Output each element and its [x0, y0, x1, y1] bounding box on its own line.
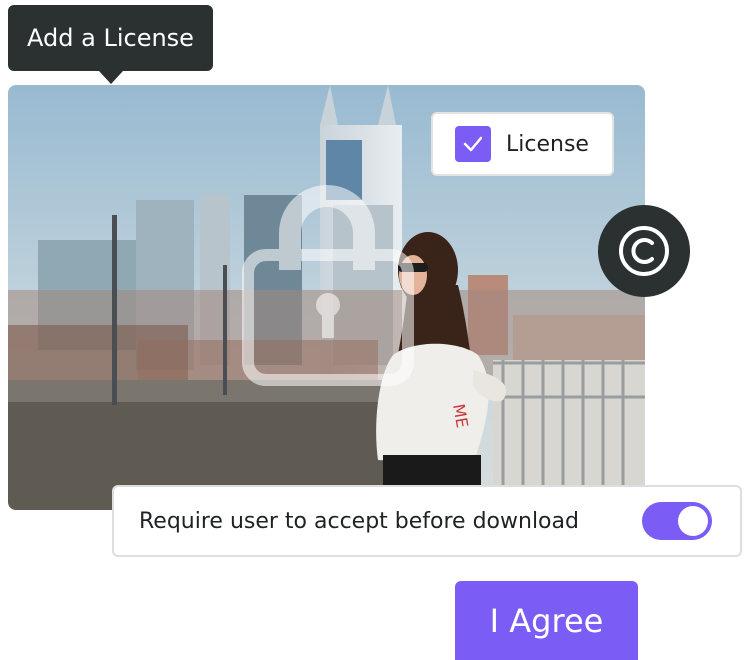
- license-label: License: [506, 131, 589, 157]
- license-checkbox[interactable]: [455, 126, 491, 162]
- accept-setting-label: Require user to accept before download: [139, 508, 579, 534]
- accept-before-download-setting: Require user to accept before download: [112, 485, 742, 557]
- agree-button[interactable]: I Agree: [455, 581, 638, 660]
- license-option[interactable]: License: [431, 112, 614, 176]
- tooltip-arrow: [99, 71, 123, 84]
- accept-toggle[interactable]: [642, 502, 712, 540]
- copyright-icon: [619, 226, 669, 276]
- check-icon: [463, 136, 483, 152]
- add-license-tooltip: Add a License: [8, 5, 213, 71]
- toggle-knob: [678, 506, 708, 536]
- tooltip-label: Add a License: [27, 24, 194, 52]
- copyright-badge: [598, 205, 690, 297]
